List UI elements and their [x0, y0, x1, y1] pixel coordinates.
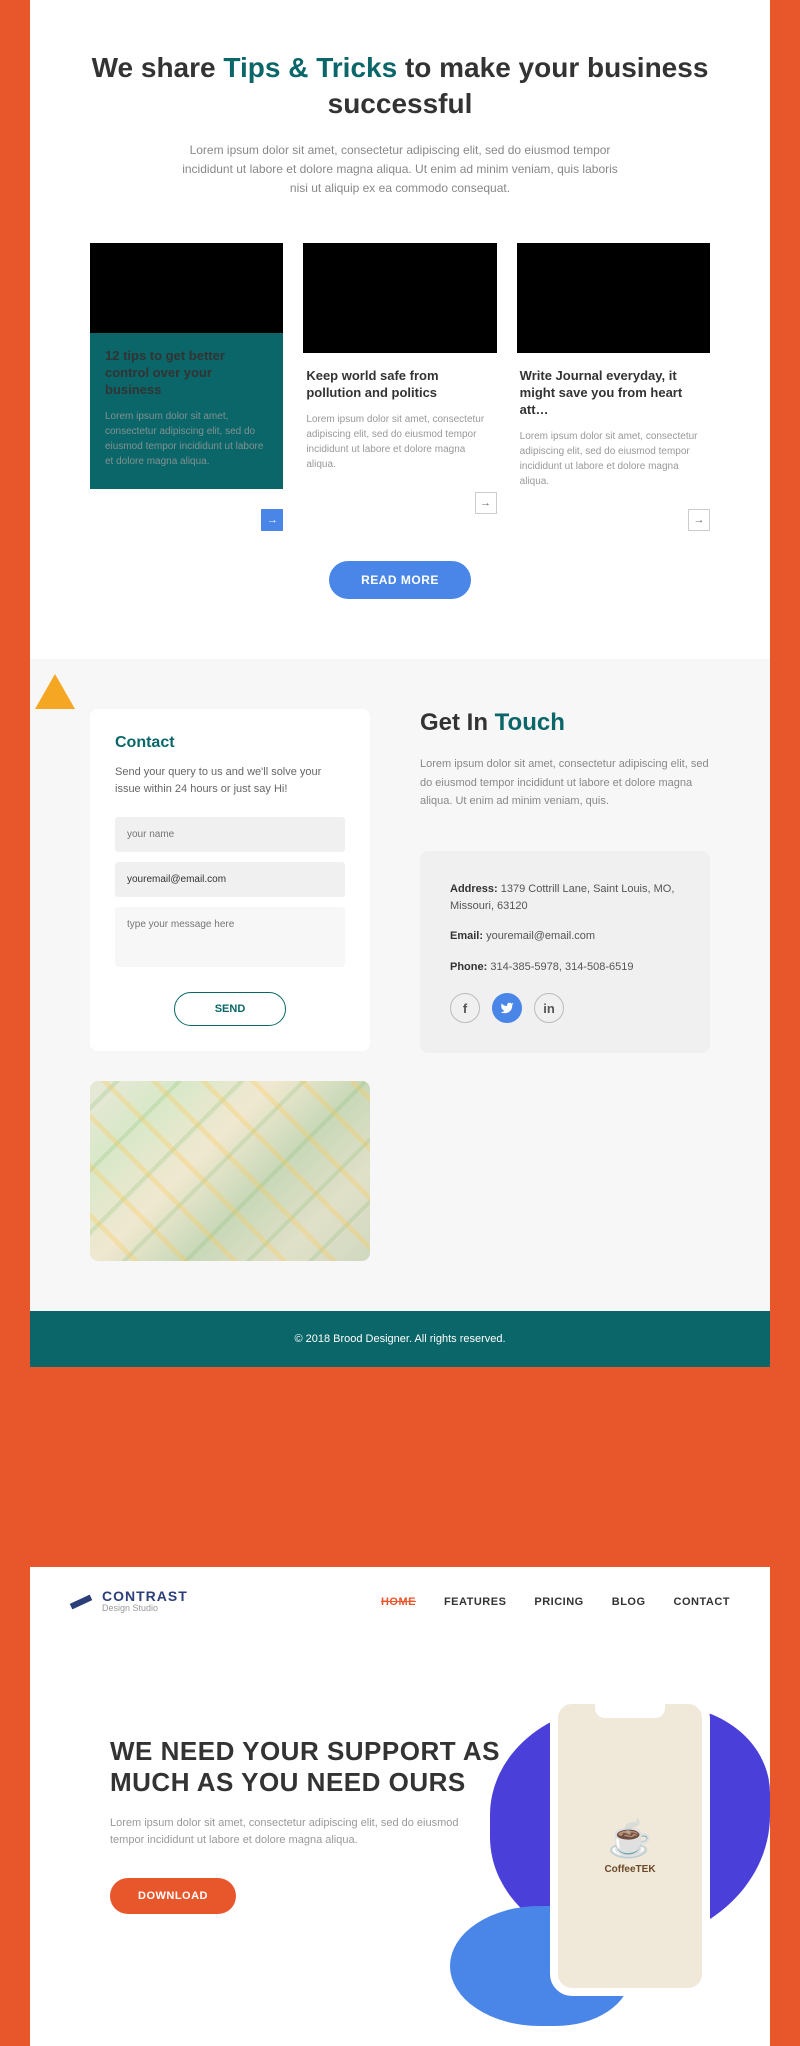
logo[interactable]: CONTRAST Design Studio — [70, 1589, 188, 1614]
tips-title-pre: We share — [92, 52, 224, 83]
brand-name: CONTRAST — [102, 1589, 188, 1604]
contact-desc: Send your query to us and we'll solve yo… — [115, 764, 345, 797]
footer: © 2018 Brood Designer. All rights reserv… — [30, 1311, 770, 1367]
touch-description: Lorem ipsum dolor sit amet, consectetur … — [420, 755, 710, 811]
nav-pricing[interactable]: PRICING — [534, 1596, 583, 1608]
email-line: Email: youremail@email.com — [450, 928, 680, 945]
linkedin-icon[interactable]: in — [534, 993, 564, 1023]
card-text: Lorem ipsum dolor sit amet, consectetur … — [306, 412, 493, 472]
tips-title-highlight: Tips & Tricks — [223, 52, 397, 83]
nav-home[interactable]: HOME — [381, 1596, 416, 1608]
touch-heading: Get In Touch — [420, 709, 710, 737]
contact-info-box: Address: 1379 Cottrill Lane, Saint Louis… — [420, 851, 710, 1053]
card-image — [517, 243, 710, 353]
card-image — [303, 243, 496, 353]
facebook-icon[interactable]: f — [450, 993, 480, 1023]
tips-description: Lorem ipsum dolor sit amet, consectetur … — [175, 141, 625, 199]
logo-icon — [70, 1594, 92, 1609]
card-title: Write Journal everyday, it might save yo… — [520, 368, 707, 419]
readmore-button[interactable]: READ MORE — [329, 561, 471, 599]
twitter-icon[interactable] — [492, 993, 522, 1023]
navbar: CONTRAST Design Studio HOME FEATURES PRI… — [30, 1567, 770, 1636]
arrow-icon[interactable]: → — [261, 509, 283, 531]
send-button[interactable]: SEND — [174, 992, 287, 1026]
card-title: 12 tips to get better control over your … — [105, 348, 268, 399]
copyright: © 2018 Brood Designer. All rights reserv… — [52, 1333, 748, 1345]
phone-line: Phone: 314-385-5978, 314-508-6519 — [450, 959, 680, 976]
arrow-icon[interactable]: → — [688, 509, 710, 531]
tip-card-1[interactable]: 12 tips to get better control over your … — [90, 243, 283, 531]
nav-features[interactable]: FEATURES — [444, 1596, 506, 1608]
phone-mockup: ☕ CoffeeTEK — [550, 1696, 710, 1996]
email-input[interactable] — [115, 862, 345, 897]
tips-heading: We share Tips & Tricks to make your busi… — [90, 50, 710, 123]
brand-sub: Design Studio — [102, 1604, 188, 1614]
app-name: CoffeeTEK — [604, 1864, 655, 1875]
tip-card-2[interactable]: Keep world safe from pollution and polit… — [303, 243, 496, 531]
hero-title: WE NEED YOUR SUPPORT AS MUCH AS YOU NEED… — [110, 1736, 500, 1798]
tip-card-3[interactable]: Write Journal everyday, it might save yo… — [517, 243, 710, 531]
contact-form-card: Contact Send your query to us and we'll … — [90, 709, 370, 1051]
arrow-icon[interactable]: → — [475, 492, 497, 514]
message-input[interactable] — [115, 907, 345, 967]
contact-heading: Contact — [115, 734, 345, 752]
coffee-icon: ☕ — [608, 1818, 653, 1860]
address-line: Address: 1379 Cottrill Lane, Saint Louis… — [450, 881, 680, 914]
phone-notch — [595, 1704, 665, 1718]
card-title: Keep world safe from pollution and polit… — [306, 368, 493, 402]
card-text: Lorem ipsum dolor sit amet, consectetur … — [105, 409, 268, 469]
nav-contact[interactable]: CONTACT — [674, 1596, 730, 1608]
triangle-decoration — [35, 674, 75, 709]
card-text: Lorem ipsum dolor sit amet, consectetur … — [520, 429, 707, 489]
download-button[interactable]: DOWNLOAD — [110, 1878, 236, 1914]
name-input[interactable] — [115, 817, 345, 852]
touch-title-highlight: Touch — [495, 709, 565, 736]
map-image[interactable] — [90, 1081, 370, 1261]
hero-description: Lorem ipsum dolor sit amet, consectetur … — [110, 1815, 470, 1850]
nav-blog[interactable]: BLOG — [612, 1596, 646, 1608]
touch-title-pre: Get In — [420, 709, 495, 736]
